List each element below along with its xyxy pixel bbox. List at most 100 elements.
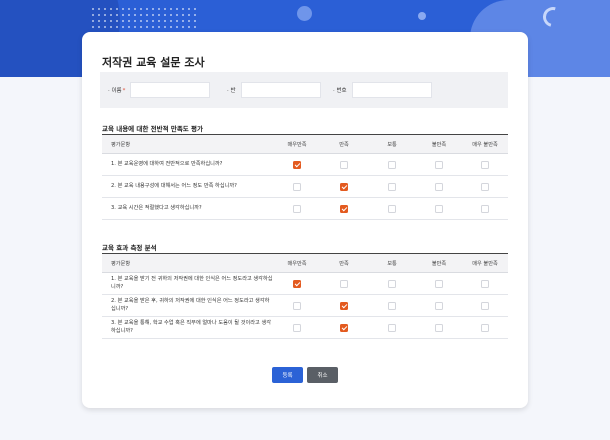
class-field: · 반 — [227, 82, 321, 98]
column-header-rating: 매우 불만족 — [462, 253, 508, 273]
rating-cell — [274, 272, 320, 295]
rating-checkbox[interactable] — [481, 182, 489, 191]
rating-checkbox[interactable] — [293, 160, 301, 169]
question-text: 1. 본 교육운영에 대하여 전반적으로 만족하십니까? — [102, 153, 274, 176]
rating-cell — [274, 294, 320, 317]
rating-checkbox[interactable] — [293, 323, 301, 332]
question-row: 3. 본 교육을 통해, 학교 수업 혹은 직무에 얼마나 도움이 될 것이라고… — [102, 316, 508, 339]
survey-card: 저작권 교육 설문 조사 · 이름* · 반 · 번호 교육 내용에 대한 전반… — [82, 32, 528, 408]
rating-cell — [368, 153, 416, 176]
question-row: 1. 본 교육을 받기 전 귀하의 저작권에 대한 인식은 어느 정도라고 생각… — [102, 272, 508, 295]
column-header-rating: 매우만족 — [274, 134, 320, 154]
rating-checkbox[interactable] — [293, 279, 301, 288]
rating-checkbox[interactable] — [481, 204, 489, 213]
rating-cell — [368, 272, 416, 295]
rating-checkbox[interactable] — [340, 323, 348, 332]
question-text: 3. 본 교육을 통해, 학교 수업 혹은 직무에 얼마나 도움이 될 것이라고… — [102, 316, 274, 339]
rating-checkbox[interactable] — [388, 279, 396, 288]
cancel-button[interactable]: 취소 — [307, 367, 338, 383]
column-header-rating: 만족 — [320, 134, 368, 154]
rating-cell — [368, 175, 416, 198]
column-header-rating: 매우만족 — [274, 253, 320, 273]
section-title: 교육 내용에 대한 전반적 만족도 평가 — [102, 125, 204, 133]
rating-cell — [462, 272, 508, 295]
rating-cell — [462, 294, 508, 317]
rating-cell — [320, 197, 368, 220]
rating-cell — [416, 294, 462, 317]
survey-table: 평가문항 매우만족 만족 보통 불만족 매우 불만족 1. 본 교육을 받기 전 귀하의 저… — [102, 253, 508, 339]
rating-cell — [416, 153, 462, 176]
student-info-panel: · 이름* · 반 · 번호 — [100, 72, 508, 108]
number-field: · 번호 — [333, 82, 432, 98]
class-input[interactable] — [240, 82, 321, 98]
rating-cell — [274, 153, 320, 176]
column-header-question: 평가문항 — [102, 253, 274, 273]
rating-checkbox[interactable] — [340, 301, 348, 310]
rating-checkbox[interactable] — [435, 279, 443, 288]
rating-checkbox[interactable] — [340, 204, 348, 213]
rating-cell — [320, 294, 368, 317]
rating-cell — [462, 316, 508, 339]
class-label: · 반 — [227, 88, 236, 94]
rating-checkbox[interactable] — [388, 160, 396, 169]
column-header-question: 평가문항 — [102, 134, 274, 154]
column-header-rating: 보통 — [368, 253, 416, 273]
rating-cell — [274, 175, 320, 198]
rating-checkbox[interactable] — [388, 204, 396, 213]
required-mark: * — [122, 88, 126, 94]
rating-cell — [368, 294, 416, 317]
rating-checkbox[interactable] — [481, 160, 489, 169]
question-row: 2. 본 교육 내용구성에 대해서는 어느 정도 만족 하십니까? — [102, 175, 508, 198]
column-header-rating: 매우 불만족 — [462, 134, 508, 154]
rating-cell — [416, 175, 462, 198]
rating-checkbox[interactable] — [388, 301, 396, 310]
column-header-rating: 불만족 — [416, 253, 462, 273]
rating-checkbox[interactable] — [388, 323, 396, 332]
rating-cell — [274, 197, 320, 220]
rating-cell — [416, 272, 462, 295]
question-text: 2. 본 교육을 받은 후, 귀하의 저작권에 대한 인식은 어느 정도라고 생… — [102, 294, 274, 317]
question-text: 2. 본 교육 내용구성에 대해서는 어느 정도 만족 하십니까? — [102, 175, 274, 198]
rating-checkbox[interactable] — [481, 323, 489, 332]
rating-cell — [320, 153, 368, 176]
rating-checkbox[interactable] — [293, 182, 301, 191]
rating-cell — [320, 316, 368, 339]
question-row: 1. 본 교육운영에 대하여 전반적으로 만족하십니까? — [102, 153, 508, 176]
rating-checkbox[interactable] — [388, 182, 396, 191]
rating-checkbox[interactable] — [481, 301, 489, 310]
rating-checkbox[interactable] — [435, 323, 443, 332]
rating-cell — [368, 316, 416, 339]
submit-button[interactable]: 등록 — [272, 367, 303, 383]
column-header-rating: 만족 — [320, 253, 368, 273]
question-row: 2. 본 교육을 받은 후, 귀하의 저작권에 대한 인식은 어느 정도라고 생… — [102, 294, 508, 317]
column-header-rating: 불만족 — [416, 134, 462, 154]
rating-checkbox[interactable] — [435, 182, 443, 191]
question-row: 3. 교육 시간은 적절했다고 생각하십니까? — [102, 197, 508, 220]
rating-checkbox[interactable] — [340, 279, 348, 288]
column-header-rating: 보통 — [368, 134, 416, 154]
rating-checkbox[interactable] — [435, 301, 443, 310]
rating-cell — [320, 272, 368, 295]
rating-cell — [462, 175, 508, 198]
number-input[interactable] — [351, 82, 432, 98]
rating-checkbox[interactable] — [435, 160, 443, 169]
rating-cell — [462, 197, 508, 220]
rating-cell — [274, 316, 320, 339]
rating-checkbox[interactable] — [481, 279, 489, 288]
rating-checkbox[interactable] — [293, 301, 301, 310]
name-label: · 이름* — [108, 88, 126, 94]
rating-checkbox[interactable] — [340, 160, 348, 169]
rating-cell — [416, 197, 462, 220]
rating-cell — [320, 175, 368, 198]
name-field: · 이름* — [108, 82, 211, 98]
rating-checkbox[interactable] — [435, 204, 443, 213]
rating-checkbox[interactable] — [293, 204, 301, 213]
rating-cell — [416, 316, 462, 339]
banner-circle — [418, 12, 426, 20]
name-input[interactable] — [130, 82, 211, 98]
page-title: 저작권 교육 설문 조사 — [102, 56, 205, 69]
question-text: 1. 본 교육을 받기 전 귀하의 저작권에 대한 인식은 어느 정도라고 생각… — [102, 272, 274, 295]
banner-circle — [297, 6, 312, 21]
rating-checkbox[interactable] — [340, 182, 348, 191]
number-label: · 번호 — [333, 88, 347, 94]
